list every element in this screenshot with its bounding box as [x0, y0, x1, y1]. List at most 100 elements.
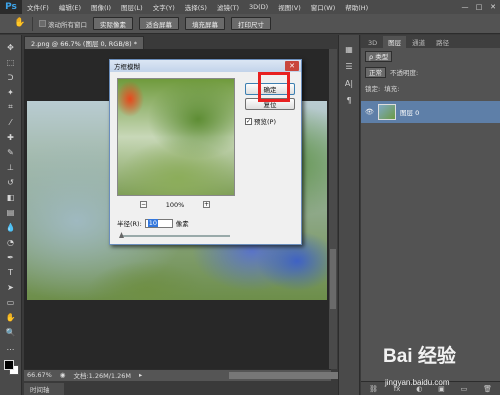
layer-filter-row: ρ 类型 [361, 48, 500, 64]
radius-label: 半径(R): [117, 220, 142, 228]
menu-bar: Ps 文件(F) 编辑(E) 图像(I) 图层(L) 文字(Y) 选择(S) 滤… [0, 0, 500, 14]
brush-tool-icon[interactable]: ✎ [3, 146, 19, 158]
magic-wand-tool-icon[interactable]: ✦ [3, 86, 19, 98]
document-info: 文档:1.26M/1.26M [73, 372, 132, 380]
pen-tool-icon[interactable]: ✒ [3, 251, 19, 263]
crop-tool-icon[interactable]: ⌗ [3, 101, 19, 113]
stamp-tool-icon[interactable]: ⊥ [3, 161, 19, 173]
menu-file[interactable]: 文件(F) [22, 2, 54, 12]
lasso-tool-icon[interactable]: ᑐ [3, 71, 19, 83]
lock-row: 锁定: 填充: [361, 80, 500, 96]
radius-slider-track[interactable] [120, 235, 230, 237]
preview-checkbox[interactable]: ✓ 预览(P) [245, 116, 276, 126]
status-arrow-icon[interactable]: ▸ [139, 371, 142, 379]
document-tab[interactable]: 2.png @ 66.7% (图层 0, RGB/8) * [24, 36, 144, 49]
fill-screen-button[interactable]: 填充屏幕 [185, 17, 225, 30]
path-selection-tool-icon[interactable]: ➤ [3, 281, 19, 293]
preview-zoom-controls: − 100% + [140, 200, 210, 209]
hand-tool-icon[interactable]: ✋ [3, 311, 19, 323]
move-tool-icon[interactable]: ✥ [3, 41, 19, 53]
radius-input[interactable]: 10 [144, 218, 173, 228]
radius-value: 10 [147, 219, 159, 227]
lock-label: 锁定: [365, 85, 381, 93]
type-tool-icon[interactable]: T [3, 266, 19, 278]
print-size-button[interactable]: 打印尺寸 [231, 17, 271, 30]
options-bar: ✋ 滚动所有窗口 实际像素 适合屏幕 填充屏幕 打印尺寸 [0, 14, 500, 34]
layer-kind-select[interactable]: ρ 类型 [365, 50, 393, 62]
more-tools-icon[interactable]: … [3, 341, 19, 353]
healing-brush-tool-icon[interactable]: ✚ [3, 131, 19, 143]
dodge-tool-icon[interactable]: ◔ [3, 236, 19, 248]
checkmark-icon: ✓ [245, 117, 252, 125]
visibility-eye-icon[interactable]: 👁 [365, 108, 374, 117]
character-panel-icon[interactable]: A| [345, 79, 353, 88]
blend-row: 正常 不透明度: [361, 64, 500, 80]
blend-mode-select[interactable]: 正常 [365, 66, 386, 78]
history-panel-icon[interactable]: ▦ [345, 45, 353, 54]
blur-tool-icon[interactable]: 💧 [3, 221, 19, 233]
zoom-out-button[interactable]: − [140, 201, 147, 208]
tab-layers[interactable]: 图层 [383, 36, 407, 48]
filter-preview-image[interactable] [117, 78, 235, 196]
scroll-all-label: 滚动所有窗口 [48, 20, 87, 29]
menu-window[interactable]: 窗口(W) [306, 2, 341, 12]
tab-3d[interactable]: 3D [363, 38, 382, 48]
history-brush-tool-icon[interactable]: ↺ [3, 176, 19, 188]
dialog-close-icon[interactable]: ✕ [285, 61, 299, 71]
preview-label: 预览(P) [254, 118, 276, 126]
eraser-tool-icon[interactable]: ◧ [3, 191, 19, 203]
zoom-tool-icon[interactable]: 🔍 [3, 326, 19, 338]
maximize-button[interactable]: □ [472, 0, 486, 14]
menu-filter[interactable]: 滤镜(T) [212, 2, 244, 12]
scrollbar-thumb[interactable] [330, 249, 336, 309]
gradient-tool-icon[interactable]: ▤ [3, 206, 19, 218]
tab-paths[interactable]: 路径 [431, 36, 454, 48]
actual-pixels-button[interactable]: 实际像素 [93, 17, 133, 30]
zoom-in-button[interactable]: + [203, 201, 210, 208]
paragraph-panel-icon[interactable]: ¶ [346, 96, 351, 105]
shape-tool-icon[interactable]: ▭ [3, 296, 19, 308]
tab-channels[interactable]: 通道 [407, 36, 430, 48]
foreground-color-swatch[interactable] [4, 360, 14, 370]
panel-tabs: 3D 图层 通道 路径 [361, 35, 500, 48]
fill-label: 填充: [384, 85, 400, 93]
watermark-url: jingyan.baidu.com [385, 378, 450, 387]
vertical-scrollbar[interactable] [329, 49, 337, 369]
eyedropper-tool-icon[interactable]: ⁄ [3, 116, 19, 128]
status-menu-icon[interactable]: ◉ [60, 371, 66, 379]
menu-type[interactable]: 文字(Y) [148, 2, 180, 12]
marquee-tool-icon[interactable]: ⬚ [3, 56, 19, 68]
tools-panel: ✥ ⬚ ᑐ ✦ ⌗ ⁄ ✚ ✎ ⊥ ↺ ◧ ▤ 💧 ◔ ✒ T ➤ ▭ ✋ 🔍 … [0, 35, 22, 395]
layer-row[interactable]: 👁 图层 0 [361, 101, 500, 123]
dialog-title: 方框模糊 [110, 60, 301, 72]
layer-thumbnail [378, 104, 396, 120]
menu-view[interactable]: 视图(V) [273, 2, 306, 12]
watermark-brand: Bai 经验 [383, 346, 456, 367]
menu-3d[interactable]: 3D(D) [244, 3, 273, 11]
menu-image[interactable]: 图像(I) [86, 2, 116, 12]
minimize-button[interactable]: — [458, 0, 472, 14]
timeline-tab[interactable]: 时间轴 [24, 383, 64, 395]
hand-tool-icon[interactable]: ✋ [14, 18, 26, 30]
preview-zoom-value: 100% [165, 200, 185, 209]
menu-select[interactable]: 选择(S) [180, 2, 212, 12]
baidu-watermark: Bai 经验 jingyan.baidu.com [383, 341, 500, 395]
link-layers-icon[interactable]: ⛓ [369, 385, 378, 393]
zoom-level[interactable]: 66.67% [27, 371, 52, 379]
properties-panel-icon[interactable]: ☰ [345, 62, 352, 71]
scroll-all-windows-checkbox[interactable]: 滚动所有窗口 [39, 19, 87, 29]
layer-name[interactable]: 图层 0 [400, 107, 419, 117]
opacity-label: 不透明度: [390, 69, 419, 77]
divider [32, 16, 33, 31]
close-window-button[interactable]: ✕ [486, 0, 500, 14]
menu-help[interactable]: 帮助(H) [340, 2, 373, 12]
window-controls: — □ ✕ [458, 0, 500, 14]
menu-edit[interactable]: 编辑(E) [54, 2, 86, 12]
fit-screen-button[interactable]: 适合屏幕 [139, 17, 179, 30]
status-bar: 66.67% ◉ 文档:1.26M/1.26M ▸ [24, 369, 331, 381]
photoshop-logo: Ps [0, 0, 22, 14]
collapsed-panels: ▦ ☰ A| ¶ [338, 35, 360, 395]
menu-layer[interactable]: 图层(L) [116, 2, 148, 12]
checkbox-icon [39, 20, 46, 27]
radius-row: 半径(R): 10 像素 [117, 218, 189, 228]
